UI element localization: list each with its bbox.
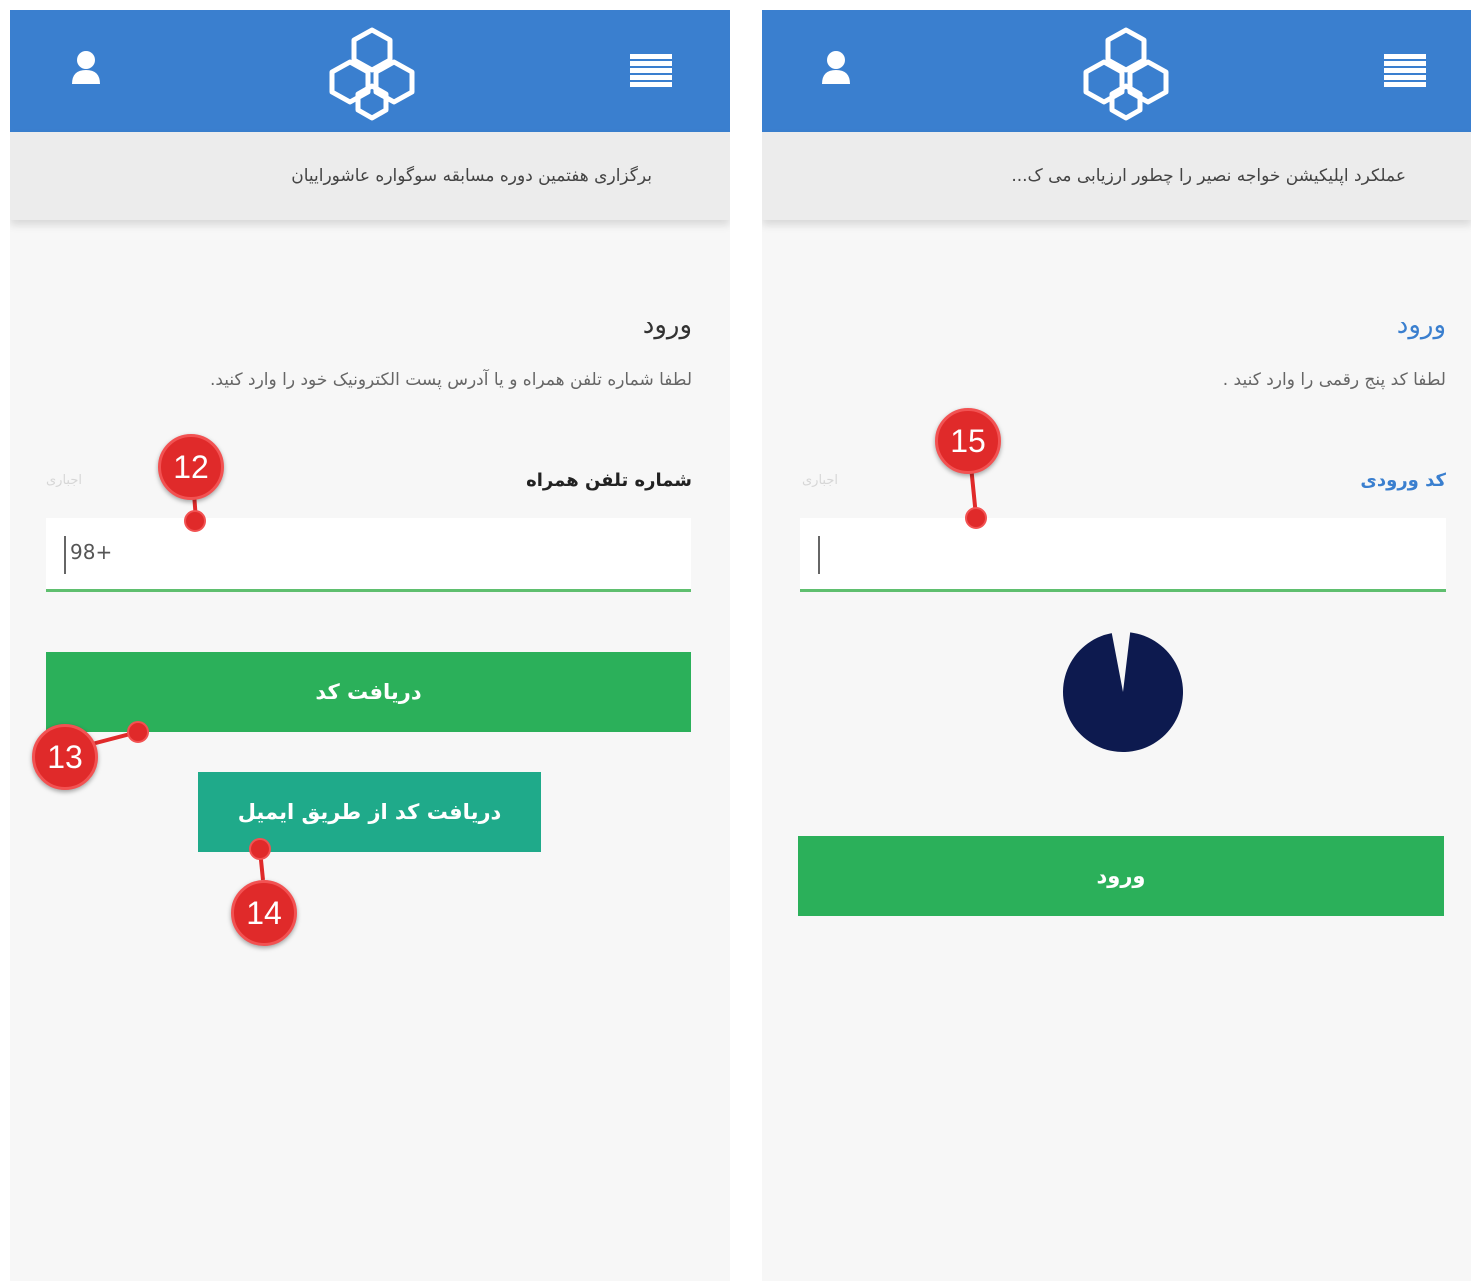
app-header [10,10,730,132]
get-code-by-email-button[interactable]: دریافت کد از طریق ایمیل [198,772,541,852]
callout-dot-12 [184,510,206,532]
required-hint: اجباری [802,473,838,488]
page-title: ورود [1396,310,1446,340]
callout-dot-15 [965,507,987,529]
left-screen: برگزاری هفتمین دوره مسابقه سوگواره عاشور… [10,10,730,1281]
instruction-text: لطفا کد پنج رقمی را وارد کنید . [1222,370,1446,390]
callout-badge-14: 14 [231,880,297,946]
get-code-button[interactable]: دریافت کد [46,652,691,732]
callout-badge-13: 13 [32,724,98,790]
news-ticker-text: برگزاری هفتمین دوره مسابقه سوگواره عاشور… [291,166,652,186]
user-icon[interactable] [66,48,106,88]
text-caret [818,536,820,574]
news-ticker[interactable]: عملکرد اپلیکیشن خواجه نصیر را چطور ارزیا… [762,132,1471,220]
text-caret [64,536,66,574]
required-hint: اجباری [46,473,82,488]
university-logo-icon[interactable] [320,24,424,124]
news-ticker-text: عملکرد اپلیکیشن خواجه نصیر را چطور ارزیا… [1011,166,1406,186]
user-icon[interactable] [816,48,856,88]
phone-input-value: 98+ [70,540,113,564]
phone-input[interactable]: 98+ [46,518,691,592]
instruction-text: لطفا شماره تلفن همراه و یا آدرس پست الکت… [209,370,692,390]
callout-badge-15: 15 [935,408,1001,474]
code-field-label: کد ورودی [1360,470,1446,491]
callout-dot-13 [127,721,149,743]
app-header [762,10,1471,132]
callout-badge-12: 12 [158,434,224,500]
menu-list-icon[interactable] [630,54,672,88]
login-button[interactable]: ورود [798,836,1444,916]
loading-spinner-fill [1063,632,1183,752]
callout-dot-14 [249,838,271,860]
right-screen: عملکرد اپلیکیشن خواجه نصیر را چطور ارزیا… [762,10,1471,1281]
menu-list-icon[interactable] [1384,54,1426,88]
university-logo-icon[interactable] [1074,24,1178,124]
phone-field-label: شماره تلفن همراه [526,470,692,491]
news-ticker[interactable]: برگزاری هفتمین دوره مسابقه سوگواره عاشور… [10,132,730,220]
loading-spinner [1063,632,1183,752]
page-title: ورود [642,310,692,340]
code-input[interactable] [800,518,1446,592]
